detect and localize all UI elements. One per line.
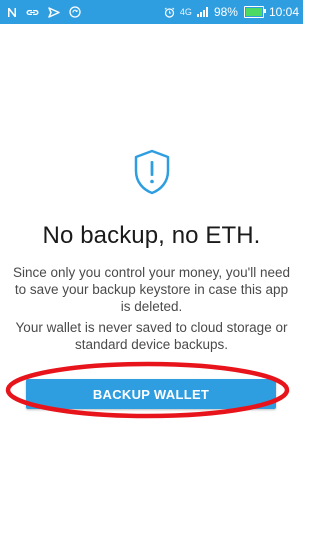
backup-explanation-text: Since only you control your money, you'l… xyxy=(13,265,290,314)
battery-fill xyxy=(245,8,262,16)
battery-icon xyxy=(243,6,266,18)
battery-percent: 98% xyxy=(213,5,238,19)
page-title: No backup, no ETH. xyxy=(42,222,261,249)
backup-reminder-screen: No backup, no ETH. Since only you contro… xyxy=(0,24,303,533)
media-icon xyxy=(48,6,60,18)
signal-icon xyxy=(196,7,209,17)
backup-wallet-button[interactable]: BACKUP WALLET xyxy=(26,379,276,409)
notification-n-icon xyxy=(7,7,17,18)
shield-alert-icon xyxy=(134,149,170,195)
sync-icon xyxy=(69,6,81,18)
status-time: 10:04 xyxy=(268,5,299,19)
cloud-storage-notice-text: Your wallet is never saved to cloud stor… xyxy=(15,320,288,352)
status-bar: 4G 98% 10:04 xyxy=(0,0,303,24)
status-right-area: 4G 98% 10:04 xyxy=(164,3,299,21)
link-icon xyxy=(26,7,39,18)
alarm-icon xyxy=(164,7,175,18)
network-type-label: 4G xyxy=(179,7,192,17)
status-left-icons xyxy=(7,3,81,21)
